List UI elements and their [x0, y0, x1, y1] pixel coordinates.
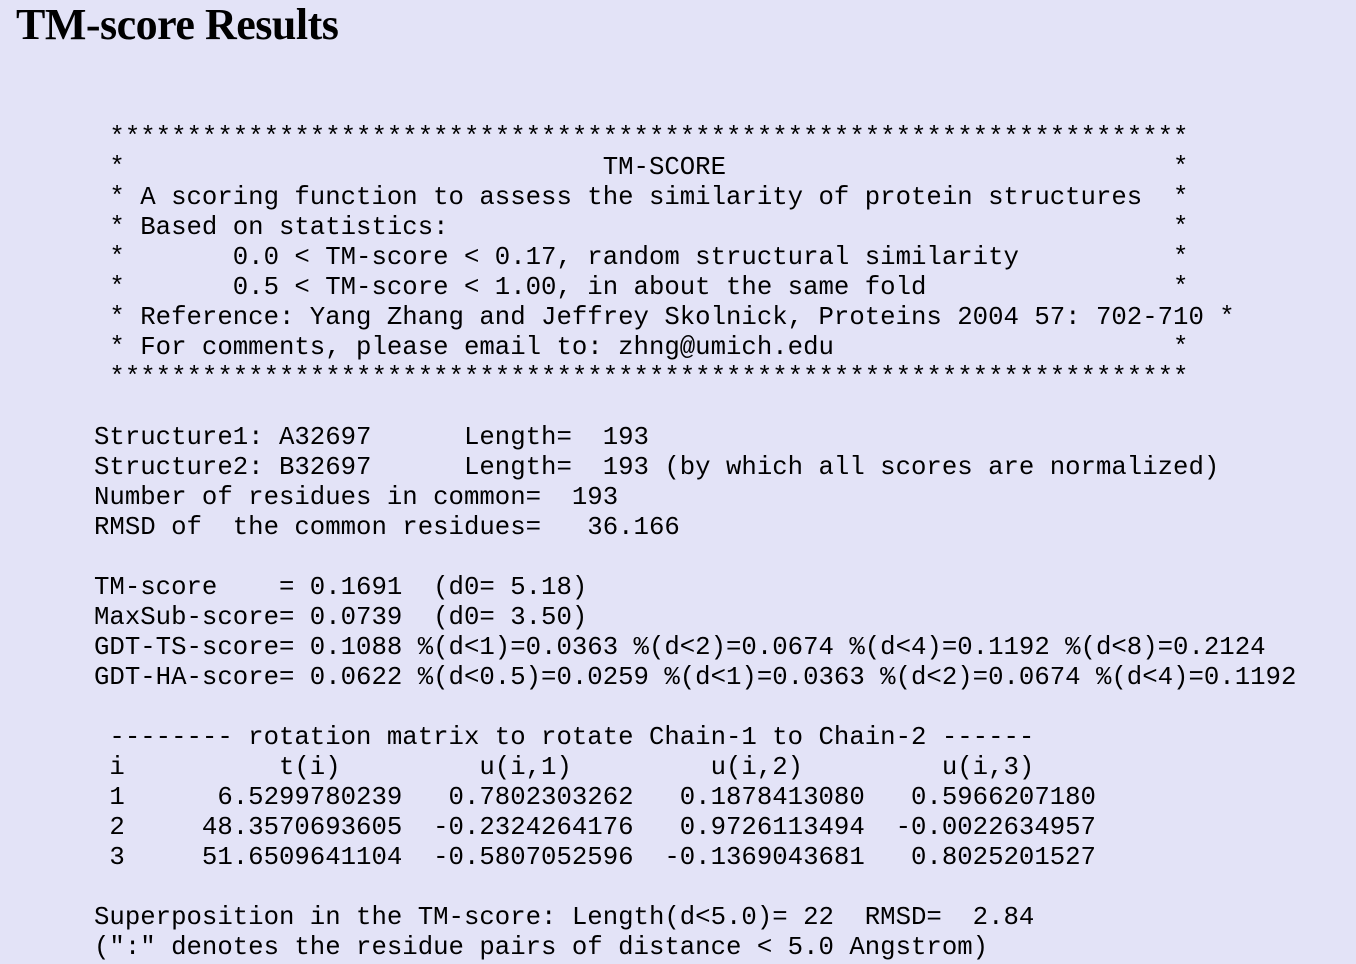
tm-score-line: TM-score = 0.1691 (d0= 5.18) — [94, 573, 588, 602]
gdt-ha-score-line: GDT-HA-score= 0.0622 %(d<0.5)=0.0259 %(d… — [94, 663, 1297, 692]
rotation-matrix-row: 3 51.6509641104 -0.5807052596 -0.1369043… — [94, 843, 1096, 872]
tm-score-output: ****************************************… — [94, 123, 1296, 963]
banner-reference: * Reference: Yang Zhang and Jeffrey Skol… — [94, 303, 1235, 332]
superposition-line: Superposition in the TM-score: Length(d<… — [94, 903, 1035, 932]
banner-statistics-label: * Based on statistics: * — [94, 213, 1189, 242]
banner-border-bottom: ****************************************… — [94, 363, 1189, 392]
superposition-note-line: (":" denotes the residue pairs of distan… — [94, 933, 989, 962]
gdt-ts-score-line: GDT-TS-score= 0.1088 %(d<1)=0.0363 %(d<2… — [94, 633, 1266, 662]
banner-statistics-random: * 0.0 < TM-score < 0.17, random structur… — [94, 243, 1189, 272]
rotation-matrix-header-row: i t(i) u(i,1) u(i,2) u(i,3) — [94, 753, 1035, 782]
banner-contact: * For comments, please email to: zhng@um… — [94, 333, 1189, 362]
rmsd-line: RMSD of the common residues= 36.166 — [94, 513, 680, 542]
common-residues-line: Number of residues in common= 193 — [94, 483, 619, 512]
banner-heading: * TM-SCORE * — [94, 153, 1189, 182]
structure2-line: Structure2: B32697 Length= 193 (by which… — [94, 453, 1220, 482]
rotation-matrix-row: 2 48.3570693605 -0.2324264176 0.97261134… — [94, 813, 1096, 842]
banner-border-top: ****************************************… — [94, 123, 1189, 152]
page-title: TM-score Results — [16, 0, 339, 49]
rotation-matrix-row: 1 6.5299780239 0.7802303262 0.1878413080… — [94, 783, 1096, 812]
structure1-line: Structure1: A32697 Length= 193 — [94, 423, 649, 452]
maxsub-score-line: MaxSub-score= 0.0739 (d0= 3.50) — [94, 603, 588, 632]
rotation-matrix-heading: -------- rotation matrix to rotate Chain… — [94, 723, 1035, 752]
banner-statistics-same-fold: * 0.5 < TM-score < 1.00, in about the sa… — [94, 273, 1189, 302]
banner-description: * A scoring function to assess the simil… — [94, 183, 1189, 212]
